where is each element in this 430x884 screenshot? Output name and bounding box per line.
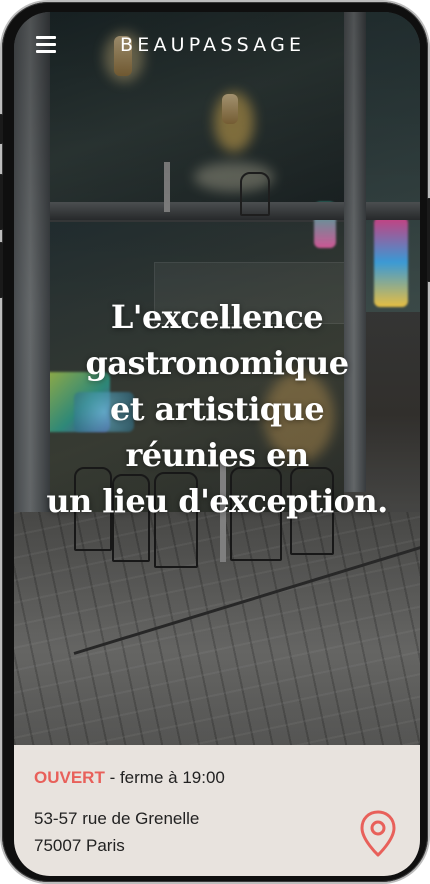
- address-line-2: 75007 Paris: [34, 836, 125, 855]
- open-badge: OUVERT: [34, 768, 105, 787]
- hamburger-icon[interactable]: [36, 36, 58, 54]
- hero-headline: L'excellence gastronomique et artistique…: [14, 294, 420, 524]
- map-pin-icon[interactable]: [358, 809, 398, 859]
- address-line-1: 53-57 rue de Grenelle: [34, 809, 200, 828]
- mute-switch: [0, 114, 3, 144]
- volume-down-button: [0, 242, 3, 298]
- phone-frame: BEAUPASSAGE L'excellence gastronomique e…: [0, 2, 430, 882]
- screen: BEAUPASSAGE L'excellence gastronomique e…: [14, 12, 420, 876]
- volume-up-button: [0, 174, 3, 230]
- closing-time: - ferme à 19:00: [109, 768, 225, 787]
- headline-line: réunies en: [125, 436, 309, 474]
- headline-line: un lieu d'exception.: [46, 482, 388, 520]
- opening-status: OUVERT - ferme à 19:00: [34, 768, 225, 788]
- headline-line: L'excellence: [110, 298, 324, 336]
- brand-logo[interactable]: BEAUPASSAGE: [120, 34, 305, 56]
- headline-line: gastronomique: [85, 344, 350, 382]
- top-bar: BEAUPASSAGE: [14, 12, 420, 76]
- headline-line: et artistique: [110, 390, 325, 428]
